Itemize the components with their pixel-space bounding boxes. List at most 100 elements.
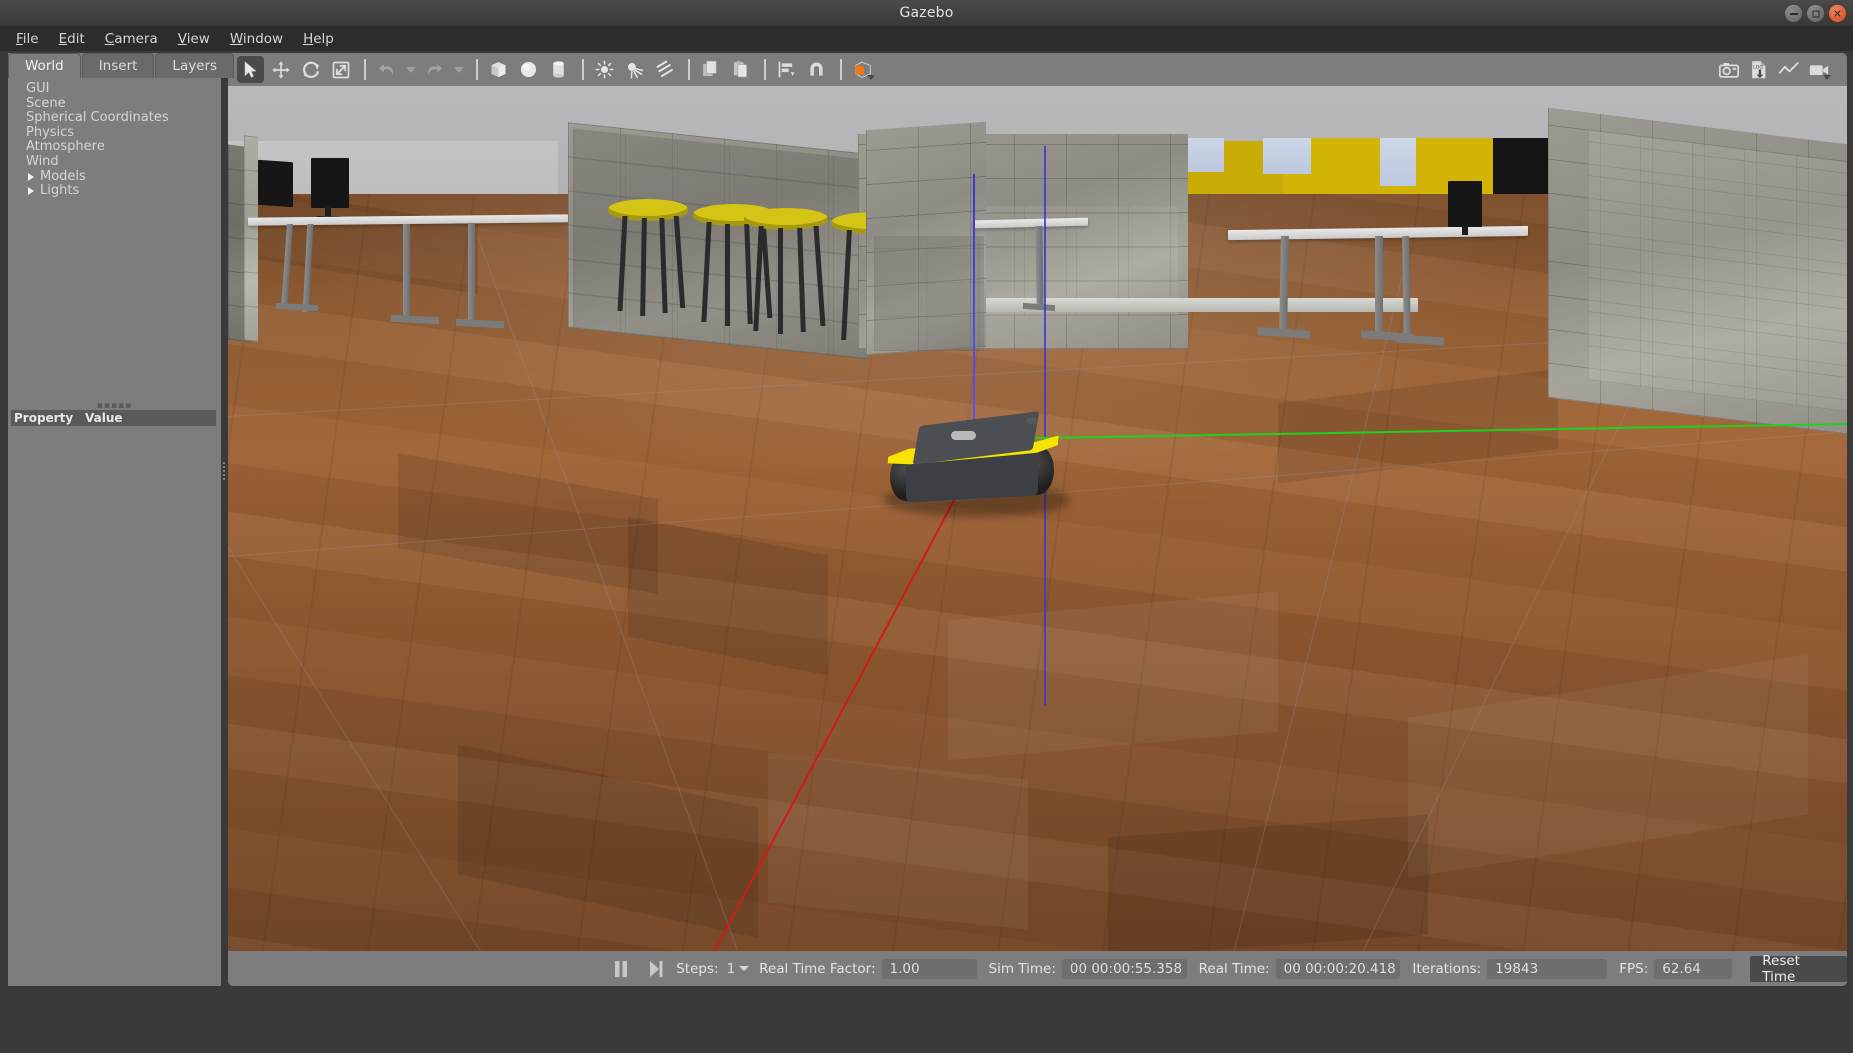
- menu-bar: File Edit Camera View Window Help: [0, 27, 1853, 51]
- menu-window[interactable]: Window: [220, 28, 293, 50]
- desk-leg: [468, 224, 475, 324]
- screenshot-icon[interactable]: [1715, 56, 1742, 83]
- monitor-stand: [1462, 225, 1468, 235]
- desk-leg: [1035, 226, 1044, 309]
- bar-stool-leg: [725, 224, 730, 326]
- paste-icon[interactable]: [727, 56, 754, 83]
- close-button[interactable]: ✕: [1829, 5, 1846, 22]
- plot-icon[interactable]: [1775, 56, 1802, 83]
- world-tree[interactable]: GUI Scene Spherical Coordinates Physics …: [8, 78, 221, 416]
- select-icon[interactable]: [237, 56, 264, 83]
- robot-post: [1026, 417, 1038, 424]
- iterations-label: Iterations:: [1412, 960, 1482, 977]
- axis-z-line: [973, 174, 975, 422]
- tree-item-wind[interactable]: Wind: [8, 153, 221, 170]
- render-frame: LOG Steps: 1 Real Time Factor: 1.00 Sim …: [228, 53, 1847, 986]
- window-title-bar: Gazebo ✕: [0, 0, 1853, 27]
- window-pane: [1380, 138, 1416, 186]
- window-title: Gazebo: [899, 5, 954, 21]
- sim-time-label: Sim Time:: [988, 960, 1056, 977]
- robot-sensor-cap: [951, 431, 976, 440]
- sphere-icon[interactable]: [515, 56, 542, 83]
- floor-plank: [768, 752, 1028, 930]
- steps-value[interactable]: 1: [725, 959, 738, 979]
- redo-icon[interactable]: [421, 56, 448, 83]
- tree-item-atmosphere[interactable]: Atmosphere: [8, 140, 221, 155]
- real-time-label: Real Time:: [1198, 960, 1270, 977]
- fps-label: FPS:: [1619, 960, 1649, 977]
- reset-time-button[interactable]: Reset Time: [1750, 953, 1847, 985]
- tree-item-label: Atmosphere: [26, 139, 105, 155]
- toolbar-right-group: LOG: [1715, 53, 1835, 86]
- tab-insert[interactable]: Insert: [81, 53, 155, 78]
- svg-text:LOG: LOG: [1753, 64, 1763, 70]
- snap-icon[interactable]: [803, 56, 830, 83]
- sim-time-value: 00 00:00:55.358: [1061, 958, 1187, 979]
- column-header-value: Value: [85, 411, 123, 425]
- stone-wall-far-right: [1588, 130, 1847, 412]
- menu-help[interactable]: Help: [293, 28, 344, 50]
- desk-leg: [403, 224, 410, 321]
- tab-world[interactable]: World: [8, 53, 81, 78]
- box-icon[interactable]: [485, 56, 512, 83]
- translate-icon[interactable]: [267, 56, 294, 83]
- tree-item-label: Wind: [26, 153, 59, 169]
- menu-file[interactable]: File: [6, 28, 49, 50]
- step-button[interactable]: [641, 956, 670, 982]
- menu-edit[interactable]: Edit: [49, 28, 95, 50]
- tree-item-physics[interactable]: Physics: [8, 125, 221, 141]
- chevron-right-icon[interactable]: [28, 187, 34, 196]
- undo-dropdown-icon[interactable]: [403, 56, 419, 83]
- pause-button[interactable]: [606, 956, 635, 982]
- menu-view[interactable]: View: [168, 28, 220, 50]
- floor-plank: [948, 591, 1278, 761]
- toolbar-separator: [364, 59, 366, 80]
- tree-item-models[interactable]: Models: [8, 168, 221, 185]
- record-video-icon[interactable]: [1805, 56, 1832, 83]
- property-table-header: Property Value: [11, 410, 216, 426]
- chevron-down-icon[interactable]: [739, 966, 750, 971]
- maximize-button[interactable]: [1807, 5, 1824, 22]
- desk-leg: [1375, 236, 1383, 338]
- column-header-property: Property: [14, 411, 74, 425]
- align-icon[interactable]: [773, 56, 800, 83]
- log-icon[interactable]: LOG: [1745, 56, 1772, 83]
- rotate-icon[interactable]: [297, 56, 324, 83]
- copy-icon[interactable]: [697, 56, 724, 83]
- minimize-button[interactable]: [1785, 5, 1802, 22]
- monitor: [258, 159, 293, 208]
- tree-item-gui[interactable]: GUI: [8, 81, 221, 97]
- view-angle-icon[interactable]: [849, 56, 876, 83]
- panel-resize-handle[interactable]: [221, 460, 227, 482]
- toolbar-separator: [840, 59, 842, 80]
- 3d-viewport[interactable]: [228, 86, 1847, 951]
- status-bar: Steps: 1 Real Time Factor: 1.00 Sim Time…: [228, 951, 1847, 986]
- robot-model[interactable]: [884, 411, 1070, 521]
- tree-item-spherical-coordinates[interactable]: Spherical Coordinates: [8, 111, 221, 126]
- panel-splitter[interactable]: ▪▪▪▪▪: [8, 402, 221, 411]
- main-toolbar: LOG: [228, 53, 1847, 86]
- toolbar-separator: [764, 59, 766, 80]
- monitor: [1448, 181, 1482, 227]
- tree-item-scene[interactable]: Scene: [8, 95, 221, 112]
- chevron-right-icon[interactable]: [28, 172, 34, 181]
- tab-layers[interactable]: Layers: [155, 53, 235, 78]
- steps-label: Steps:: [676, 960, 719, 977]
- tree-item-lights[interactable]: Lights: [8, 184, 221, 199]
- spot-light-icon[interactable]: [621, 56, 648, 83]
- tree-item-label: GUI: [26, 81, 50, 96]
- menu-camera[interactable]: Camera: [95, 28, 168, 50]
- toolbar-separator: [688, 59, 690, 80]
- fps-value: 62.64: [1654, 958, 1733, 979]
- tree-item-label: Models: [40, 168, 86, 184]
- bar-stool-leg: [778, 228, 783, 334]
- window-bottom-edge: [0, 1043, 1853, 1053]
- scale-icon[interactable]: [327, 56, 354, 83]
- directional-light-icon[interactable]: [651, 56, 678, 83]
- tree-item-label: Spherical Coordinates: [26, 110, 169, 126]
- cylinder-icon[interactable]: [545, 56, 572, 83]
- tree-item-label: Scene: [26, 95, 66, 111]
- undo-icon[interactable]: [373, 56, 400, 83]
- redo-dropdown-icon[interactable]: [451, 56, 467, 83]
- point-light-icon[interactable]: [591, 56, 618, 83]
